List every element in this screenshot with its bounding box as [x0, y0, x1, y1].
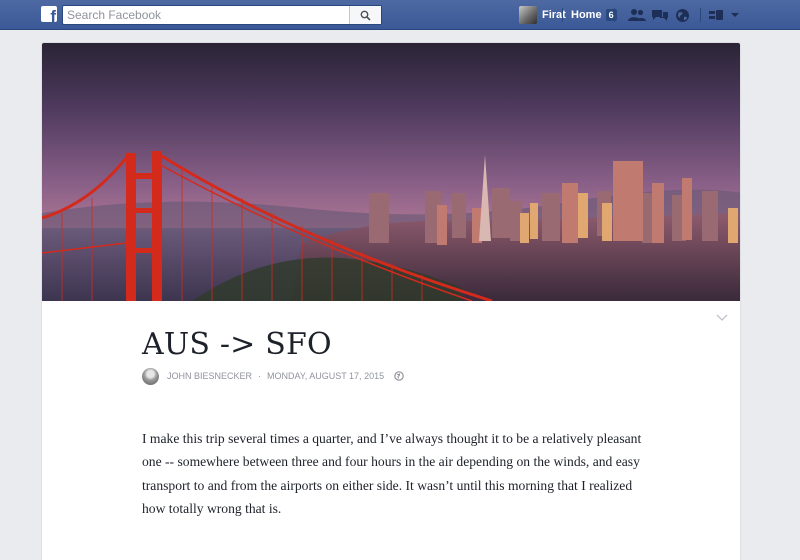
facebook-logo-icon[interactable]: f	[41, 6, 57, 22]
globe-notifications-icon[interactable]	[673, 6, 691, 24]
author-name[interactable]: JOHN BIESNECKER	[167, 371, 252, 381]
friend-requests-icon[interactable]	[628, 6, 646, 24]
nav-divider	[614, 8, 615, 22]
search-box	[62, 5, 382, 25]
byline-separator: ·	[258, 371, 262, 381]
top-bar: f Firat Home 6	[0, 0, 800, 30]
note-body: I make this trip several times a quarter…	[142, 431, 642, 517]
messages-icon[interactable]	[651, 6, 669, 24]
note-title: AUS -> SFO	[142, 327, 332, 362]
search-input[interactable]	[63, 6, 351, 24]
nav-divider	[700, 8, 701, 22]
globe-audience-icon[interactable]	[394, 371, 404, 381]
cover-photo	[42, 43, 740, 301]
home-link[interactable]: Home 6	[571, 5, 617, 25]
options-chevron-icon[interactable]	[716, 312, 728, 322]
facebook-logo-letter: f	[50, 7, 56, 22]
byline: JOHN BIESNECKER · MONDAY, AUGUST 17, 201…	[142, 366, 404, 386]
post-date[interactable]: MONDAY, AUGUST 17, 2015	[267, 371, 384, 381]
search-button[interactable]	[349, 6, 381, 24]
avatar	[519, 6, 537, 24]
profile-link[interactable]: Firat	[519, 5, 566, 25]
privacy-shortcuts-icon[interactable]	[707, 6, 725, 24]
search-icon	[360, 10, 371, 21]
nav-divider	[562, 8, 563, 22]
chevron-down-icon[interactable]	[726, 6, 744, 24]
note-card: AUS -> SFO JOHN BIESNECKER · MONDAY, AUG…	[41, 42, 741, 560]
home-label: Home	[571, 9, 602, 21]
avatar[interactable]	[142, 367, 159, 385]
